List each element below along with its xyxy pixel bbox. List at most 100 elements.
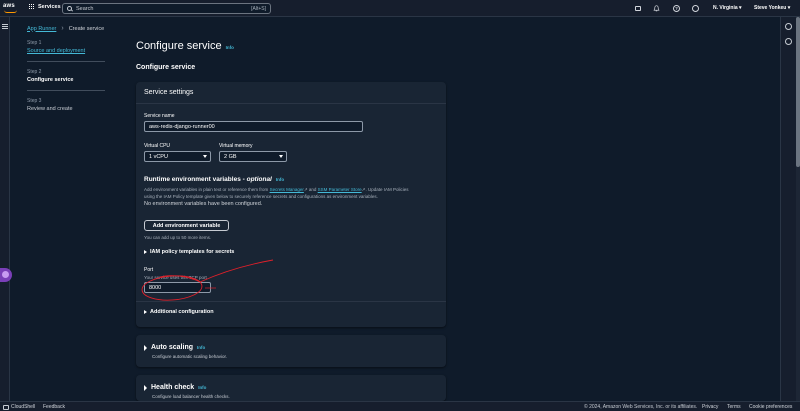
ssm-parameter-store-link[interactable]: SSM Parameter Store	[318, 187, 362, 192]
service-settings-card: Service settings Service name Virtual CP…	[136, 82, 446, 327]
caret-right-icon	[144, 310, 147, 314]
auto-scaling-header[interactable]: Auto scaling Info	[136, 335, 446, 351]
env-desc-part-3: using the IAM Policy template given belo…	[144, 194, 378, 199]
search-placeholder: Search	[76, 5, 94, 12]
add-env-hint: You can add up to 50 more items.	[144, 235, 212, 240]
page-title-text: Configure service	[136, 40, 222, 52]
copyright-text: © 2024, Amazon Web Services, Inc. or its…	[584, 404, 698, 410]
search-input[interactable]: Search [Alt+S]	[62, 3, 271, 14]
footer: CloudShell Feedback © 2024, Amazon Web S…	[0, 401, 800, 411]
virtual-memory-label: Virtual memory	[219, 143, 253, 149]
health-check-title: Health check	[151, 384, 195, 391]
iam-policy-templates-expander[interactable]: IAM policy templates for secrets	[144, 249, 234, 255]
top-navigation: aws Services Search [Alt+S] ? N. Virgini…	[0, 0, 800, 17]
auto-scaling-description: Configure automatic scaling behavior.	[152, 354, 228, 359]
additional-configuration-label: Additional configuration	[150, 309, 214, 315]
section-divider	[136, 301, 446, 302]
right-rail	[780, 17, 796, 401]
caret-right-icon	[144, 344, 147, 351]
cookie-preferences-link[interactable]: Cookie preferences	[749, 404, 792, 410]
page-title: Configure service Info	[136, 40, 234, 52]
service-name-label: Service name	[144, 113, 175, 119]
virtual-cpu-value: 1 vCPU	[149, 154, 168, 160]
health-check-description: Configure load balancer health checks.	[152, 394, 230, 399]
search-icon	[67, 6, 72, 11]
virtual-cpu-label: Virtual CPU	[144, 143, 171, 149]
bell-icon[interactable]	[653, 5, 660, 12]
env-desc-part-2: . Update IAM Policies	[365, 187, 409, 192]
step-2: Step 2 Configure service	[27, 69, 105, 91]
info-circle-icon[interactable]	[785, 23, 792, 30]
user-menu[interactable]: Steve Yonkeu ▾	[754, 5, 790, 11]
virtual-memory-value: 2 GB	[224, 154, 237, 160]
caret-right-icon	[144, 384, 147, 391]
env-vars-optional: optional	[246, 176, 272, 183]
virtual-cpu-select[interactable]: 1 vCPU	[144, 151, 211, 162]
scrollbar-thumb[interactable]	[796, 17, 800, 167]
wizard-steps: Step 1 Source and deployment Step 2 Conf…	[27, 40, 105, 126]
service-settings-header: Service settings	[136, 82, 446, 104]
step-2-title: Configure service	[27, 77, 74, 83]
terms-link[interactable]: Terms	[727, 404, 741, 410]
step-1: Step 1 Source and deployment	[27, 40, 105, 62]
step-3: Step 3 Review and create	[27, 98, 105, 119]
step-number: Step 1	[27, 40, 42, 46]
service-name-input[interactable]	[144, 121, 363, 132]
cloudshell-icon[interactable]	[635, 6, 641, 11]
env-vars-title: Runtime environment variables -	[144, 176, 247, 183]
clock-icon[interactable]	[785, 38, 792, 45]
left-rail	[0, 17, 10, 401]
menu-icon[interactable]	[2, 24, 8, 29]
secrets-manager-link[interactable]: Secrets Manager	[270, 187, 304, 192]
step-number: Step 3	[27, 98, 42, 104]
caret-down-icon	[203, 155, 207, 158]
step-number: Step 2	[27, 69, 42, 75]
privacy-link[interactable]: Privacy	[702, 404, 718, 410]
page-info-link[interactable]: Info	[226, 45, 234, 50]
env-vars-info-link[interactable]: Info	[276, 177, 284, 182]
gear-icon[interactable]	[692, 5, 699, 12]
aws-smile-icon	[4, 10, 17, 13]
add-environment-variable-button[interactable]: Add environment variable	[144, 220, 229, 231]
cloudshell-icon	[3, 404, 9, 410]
auto-scaling-info-link[interactable]: Info	[197, 345, 205, 350]
health-check-card[interactable]: Health check Info Configure load balance…	[136, 375, 446, 401]
caret-down-icon	[279, 155, 283, 158]
step-1-link[interactable]: Source and deployment	[27, 48, 105, 54]
region-selector[interactable]: N. Virginia ▾	[713, 5, 742, 11]
extension-badge-icon[interactable]	[0, 268, 12, 282]
port-description: Your service uses this TCP port.	[144, 275, 208, 280]
caret-right-icon	[144, 250, 147, 254]
chevron-right-icon: ›	[61, 25, 64, 32]
breadcrumb-current: Create service	[68, 25, 105, 32]
services-menu-button[interactable]: Services	[29, 4, 61, 10]
auto-scaling-title: Auto scaling	[151, 344, 194, 351]
search-shortcut: [Alt+S]	[251, 5, 266, 12]
section-subtitle: Configure service	[136, 64, 196, 71]
cloudshell-label: CloudShell	[11, 404, 36, 410]
service-settings-body: Service name Virtual CPU 1 vCPU Virtual …	[136, 104, 446, 315]
page-scrollbar[interactable]	[796, 17, 800, 401]
health-check-header[interactable]: Health check Info	[136, 375, 446, 391]
no-env-vars-text: No environment variables have been confi…	[144, 201, 263, 207]
auto-scaling-card[interactable]: Auto scaling Info Configure automatic sc…	[136, 335, 446, 367]
aws-logo[interactable]: aws	[3, 3, 19, 14]
breadcrumb: App Runner › Create service	[27, 25, 104, 32]
port-input[interactable]	[144, 282, 211, 293]
virtual-memory-select[interactable]: 2 GB	[219, 151, 287, 162]
env-desc-part-1: Add environment variables in plain text …	[144, 187, 270, 192]
additional-configuration-expander[interactable]: Additional configuration	[144, 309, 214, 315]
health-check-info-link[interactable]: Info	[198, 385, 206, 390]
iam-policy-templates-label: IAM policy templates for secrets	[150, 249, 235, 255]
step-3-title: Review and create	[27, 106, 73, 112]
grid-icon	[29, 4, 35, 10]
env-desc-and: and	[307, 187, 318, 192]
breadcrumb-app-runner[interactable]: App Runner	[27, 26, 56, 32]
feedback-link[interactable]: Feedback	[43, 404, 65, 410]
cloudshell-button[interactable]: CloudShell	[3, 404, 35, 410]
env-vars-heading: Runtime environment variables - optional…	[144, 176, 438, 183]
services-label: Services	[38, 4, 61, 10]
aws-logo-text: aws	[3, 3, 15, 9]
env-vars-description: Add environment variables in plain text …	[144, 186, 438, 200]
help-icon[interactable]: ?	[673, 5, 680, 12]
